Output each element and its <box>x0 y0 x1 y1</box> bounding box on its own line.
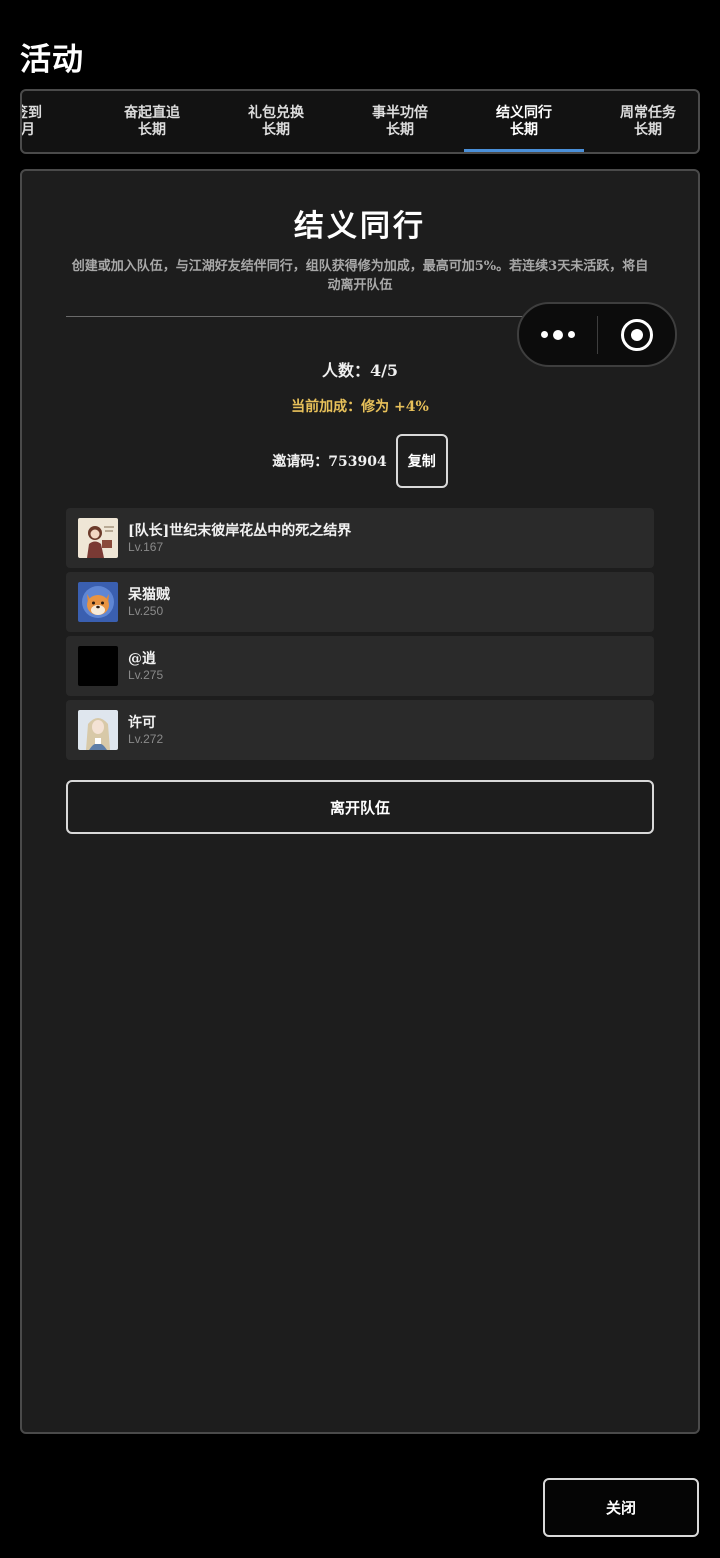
mini-program-capsule <box>517 302 677 367</box>
current-bonus: 当前加成：修为 +4% <box>291 399 429 415</box>
tab-weekly-tasks[interactable]: 周常任务 长期 <box>586 91 698 152</box>
member-level: Lv.167 <box>128 539 164 554</box>
tab-label: 结义同行 <box>496 104 552 121</box>
avatar-girl-illustration <box>78 518 118 558</box>
member-name: [队长]世纪末彼岸花丛中的死之结界 <box>128 522 352 539</box>
list-item[interactable]: 许可 Lv.272 <box>66 700 654 760</box>
tab-sublabel: 长期 <box>138 121 166 138</box>
tab-label: 签到 <box>22 104 42 121</box>
leave-team-button[interactable]: 离开队伍 <box>66 780 654 834</box>
list-item[interactable]: 呆猫贼 Lv.250 <box>66 572 654 632</box>
member-name: 呆猫贼 <box>128 586 170 603</box>
tab-label: 礼包兑换 <box>248 104 304 121</box>
member-level: Lv.272 <box>128 731 164 746</box>
tabs-track: 签到 月 奋起直追 长期 礼包兑换 长期 事半功倍 长期 结义同行 长期 周常任… <box>21 91 698 152</box>
invite-row: 邀请码：753904 复制 <box>22 434 698 488</box>
member-level: Lv.250 <box>128 603 164 618</box>
avatar-shiba-dog <box>78 582 118 622</box>
tab-sign-in[interactable]: 签到 月 <box>21 91 90 152</box>
tab-sublabel: 长期 <box>634 121 662 138</box>
list-item[interactable]: [队长]世纪末彼岸花丛中的死之结界 Lv.167 <box>66 508 654 568</box>
close-button[interactable]: 关闭 <box>543 1478 699 1537</box>
target-close-icon[interactable] <box>598 304 675 365</box>
member-name: @逍 <box>128 650 156 667</box>
tab-gift-redeem[interactable]: 礼包兑换 长期 <box>214 91 338 152</box>
member-name: 许可 <box>128 714 156 731</box>
copy-button[interactable]: 复制 <box>395 434 448 488</box>
tab-label: 周常任务 <box>620 104 676 121</box>
activity-tab-bar: 签到 月 奋起直追 长期 礼包兑换 长期 事半功倍 长期 结义同行 长期 周常任… <box>20 89 700 154</box>
more-dots-icon[interactable] <box>519 304 597 365</box>
member-list: [队长]世纪末彼岸花丛中的死之结界 Lv.167 呆猫贼 Lv.250 @逍 L… <box>66 508 654 760</box>
page-title: 活动 <box>20 42 84 78</box>
member-level: Lv.275 <box>128 667 164 682</box>
panel-description: 创建或加入队伍，与江湖好友结伴同行，组队获得修为加成，最高可加5%。若连续3天未… <box>71 259 649 293</box>
invite-code: 邀请码：753904 <box>272 454 387 470</box>
tab-double-effect[interactable]: 事半功倍 长期 <box>338 91 462 152</box>
avatar-black <box>78 646 118 686</box>
panel-title: 结义同行 <box>294 209 426 244</box>
tab-label: 事半功倍 <box>372 104 428 121</box>
tab-label: 奋起直追 <box>124 104 180 121</box>
tab-catch-up[interactable]: 奋起直追 长期 <box>90 91 214 152</box>
avatar-anime-character <box>78 710 118 750</box>
tab-sublabel: 长期 <box>262 121 290 138</box>
list-item[interactable]: @逍 Lv.275 <box>66 636 654 696</box>
tab-sworn-team[interactable]: 结义同行 长期 <box>462 91 586 152</box>
activity-page: 活动 签到 月 奋起直追 长期 礼包兑换 长期 事半功倍 长期 结义同行 长期 <box>0 0 720 1558</box>
tab-sublabel: 月 <box>21 121 35 138</box>
tab-sublabel: 长期 <box>386 121 414 138</box>
tab-sublabel: 长期 <box>510 121 538 138</box>
